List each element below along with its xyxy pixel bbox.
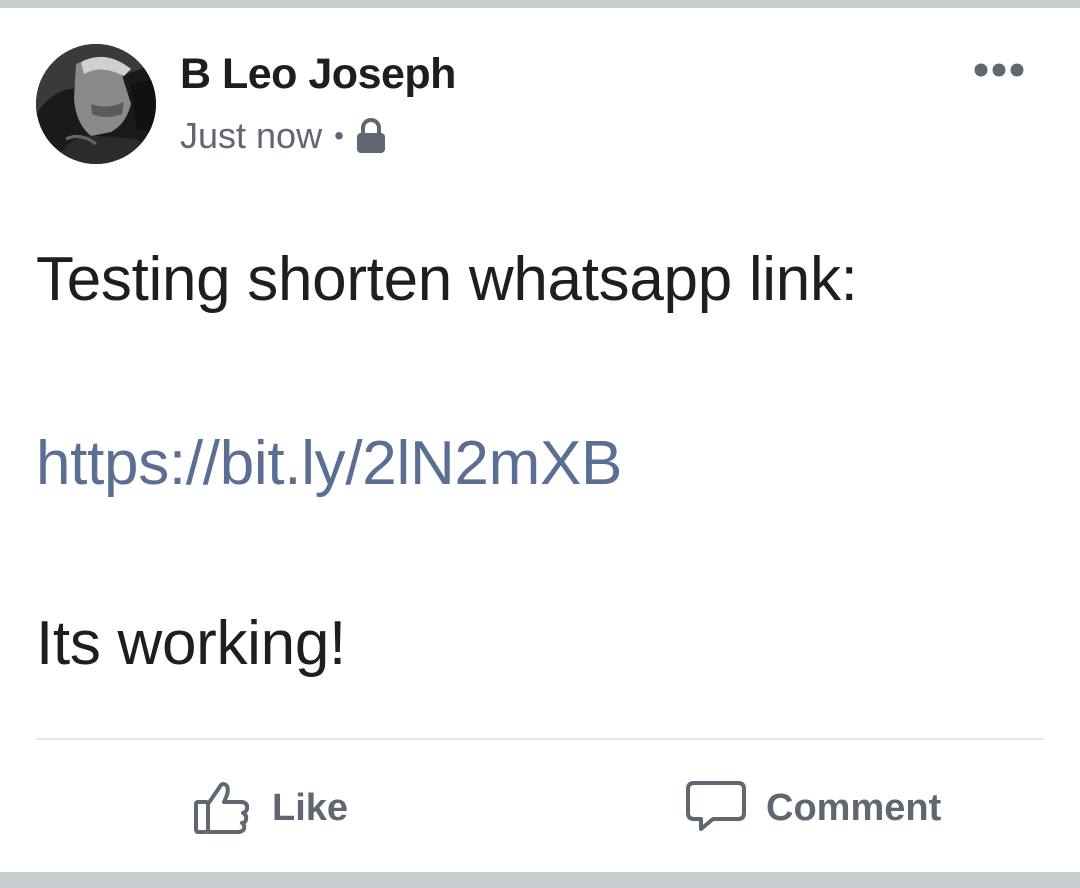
like-label: Like — [272, 786, 349, 829]
comment-button[interactable]: Comment — [686, 776, 941, 840]
avatar[interactable] — [36, 44, 156, 164]
author-name[interactable]: B Leo Joseph — [180, 50, 456, 99]
comment-bubble-icon — [686, 775, 748, 842]
meta-separator: • — [334, 120, 344, 151]
more-options-icon[interactable] — [972, 60, 1026, 80]
post-text-line: Its working! — [36, 609, 346, 678]
top-separator — [0, 0, 1080, 8]
post-card: B Leo Joseph Just now • Testing shorten … — [0, 8, 1080, 872]
thumbs-up-icon — [192, 775, 254, 842]
post-link[interactable]: https://bit.ly/2lN2mXB — [36, 428, 622, 499]
post-meta: Just now • — [180, 114, 386, 158]
timestamp[interactable]: Just now — [180, 115, 322, 157]
bottom-separator — [0, 872, 1080, 888]
post-text-line: Testing shorten whatsapp link: — [36, 245, 858, 314]
lock-icon[interactable] — [356, 118, 386, 154]
divider — [36, 738, 1044, 740]
like-button[interactable]: Like — [192, 776, 348, 840]
comment-label: Comment — [766, 786, 942, 829]
